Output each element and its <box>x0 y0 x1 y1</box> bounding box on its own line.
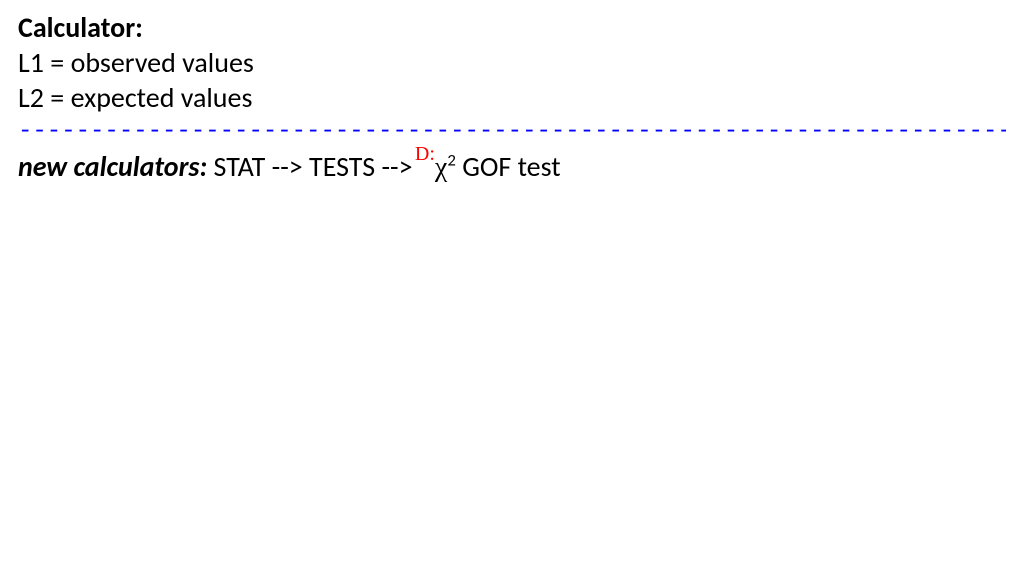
slide-content: Calculator: L1 = observed values L2 = ex… <box>0 0 1024 203</box>
chi-symbol: χ <box>435 152 447 183</box>
handwritten-annotation-d: D: <box>415 143 435 165</box>
line-l2: L2 = expected values <box>18 80 1006 115</box>
new-calculators-label: new calculators: <box>18 149 207 184</box>
dashed-divider: ----------------------------------------… <box>18 117 1006 147</box>
new-calculators-path-1: STAT --> TESTS --> <box>207 149 419 184</box>
line-new-calculators: new calculators: STAT --> TESTS --> D:χ2… <box>18 149 1006 185</box>
new-calculators-path-2: GOF test <box>456 149 561 184</box>
chi-exponent: 2 <box>447 150 456 171</box>
heading-calculator: Calculator: <box>18 10 1006 45</box>
line-l1: L1 = observed values <box>18 45 1006 80</box>
